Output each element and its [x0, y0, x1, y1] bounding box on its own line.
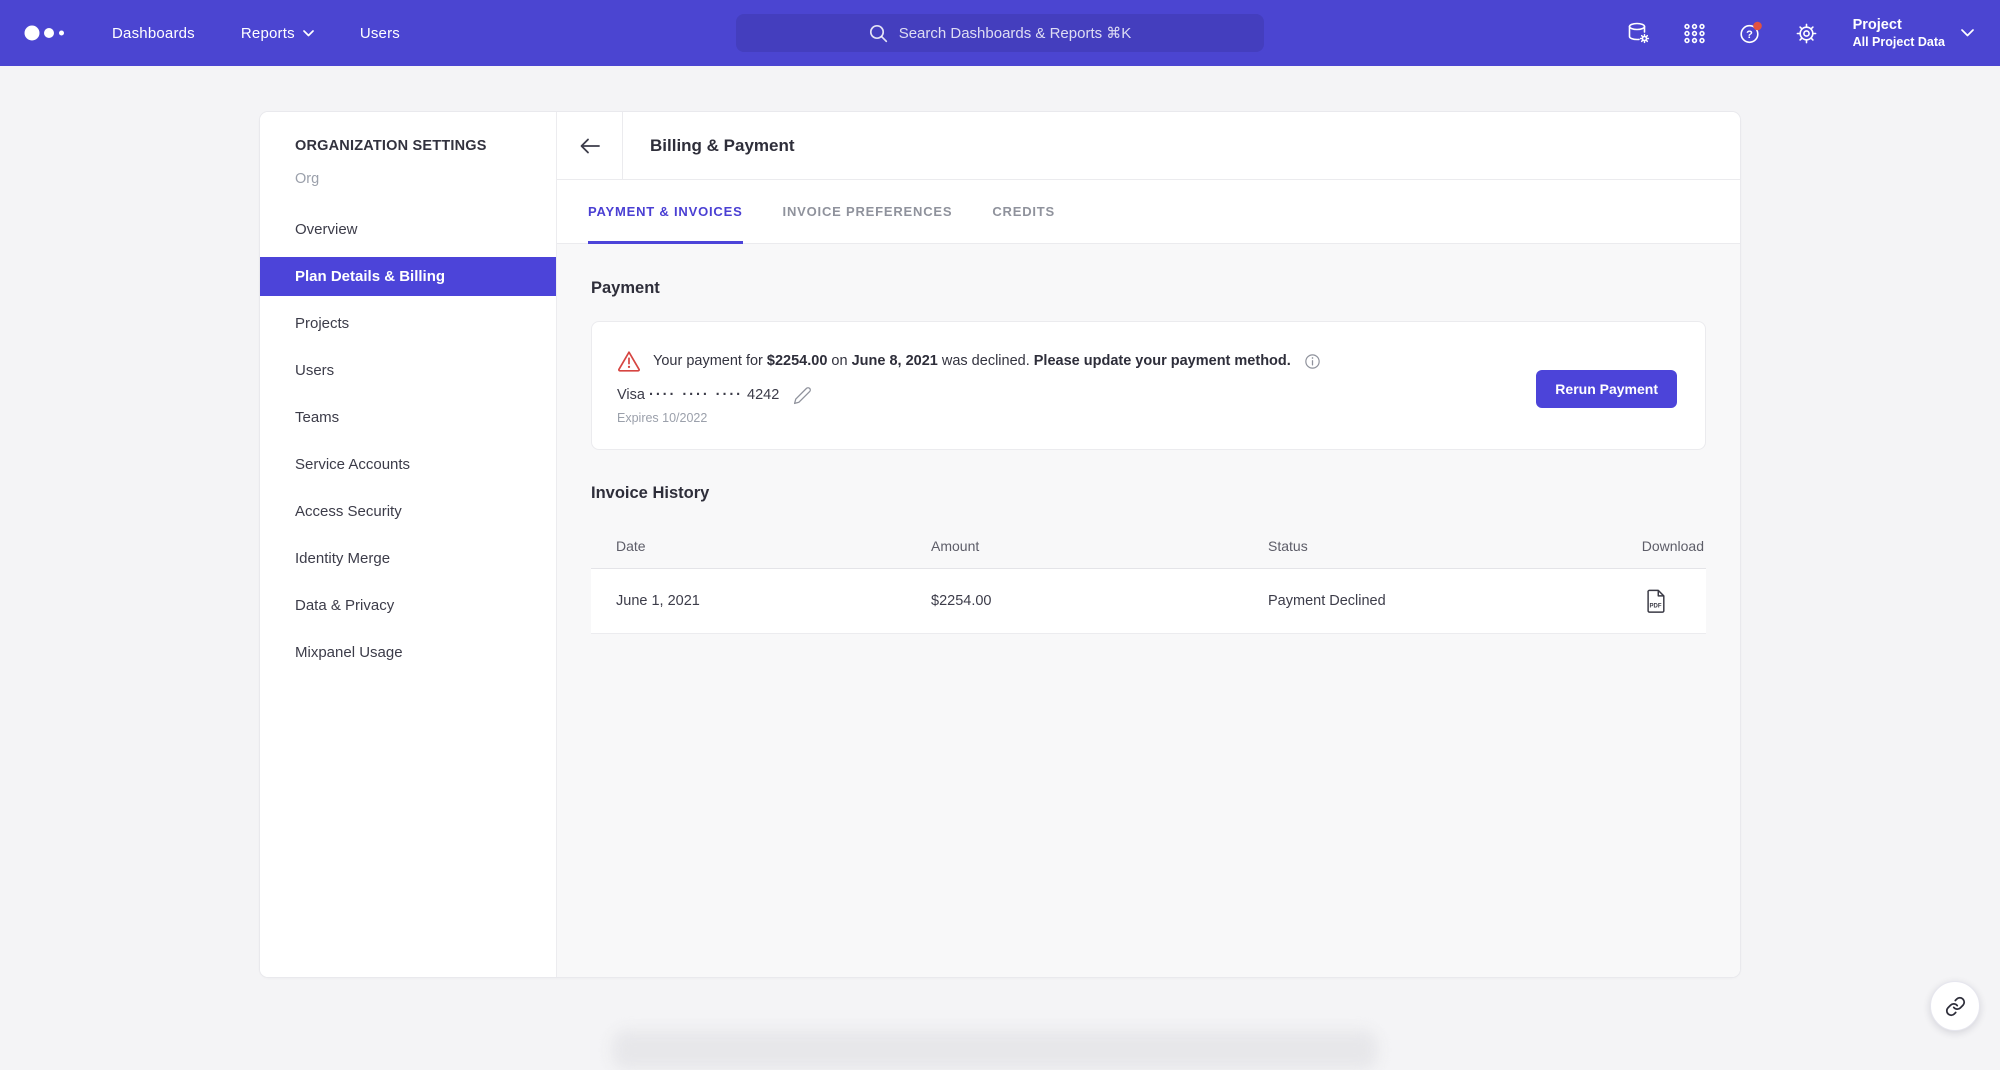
tab-invoice-preferences[interactable]: INVOICE PREFERENCES [783, 180, 953, 243]
sidebar-item-identity-merge[interactable]: Identity Merge [260, 535, 556, 582]
sidebar-list: Overview Plan Details & Billing Projects… [260, 206, 556, 676]
sidebar-item-access-security[interactable]: Access Security [260, 488, 556, 535]
sidebar-item-overview[interactable]: Overview [260, 206, 556, 253]
copy-link-fab[interactable] [1930, 981, 1980, 1031]
invoice-status-cell: Payment Declined [1268, 593, 1596, 609]
payment-section-title: Payment [591, 277, 1706, 300]
alert-suffix: was declined. [938, 353, 1034, 369]
column-header-download: Download [1596, 538, 1706, 554]
invoice-download-cell: PDF [1596, 589, 1706, 613]
project-switcher[interactable]: Project All Project Data [1853, 16, 1974, 50]
nav-item-reports[interactable]: Reports [241, 25, 314, 42]
sidebar-item-teams[interactable]: Teams [260, 394, 556, 441]
tab-bar: PAYMENT & INVOICES INVOICE PREFERENCES C… [557, 180, 1740, 244]
sidebar-item-service-accounts[interactable]: Service Accounts [260, 441, 556, 488]
billing-content: Billing & Payment PAYMENT & INVOICES INV… [557, 112, 1740, 977]
payment-invoices-panel: Payment Your payment for $2254.00 on Jun… [557, 244, 1740, 977]
nav-item-dashboards[interactable]: Dashboards [112, 25, 195, 42]
tab-credits[interactable]: CREDITS [992, 180, 1055, 243]
column-header-amount: Amount [931, 538, 1268, 554]
card-brand: Visa [617, 387, 645, 403]
payment-alert-card: Your payment for $2254.00 on June 8, 202… [591, 321, 1706, 450]
pdf-file-icon: PDF [1645, 589, 1666, 613]
nav-right: ? Project All Project Data [1625, 16, 1974, 50]
back-button[interactable] [557, 112, 623, 179]
column-header-date: Date [591, 538, 931, 554]
search-icon [869, 24, 888, 43]
data-management-icon[interactable] [1625, 20, 1652, 47]
declined-alert-text: Your payment for $2254.00 on June 8, 202… [653, 351, 1291, 372]
alert-amount: $2254.00 [767, 353, 827, 369]
card-on-file-row: Visa ···· ···· ···· 4242 [617, 384, 1322, 406]
settings-panel: ORGANIZATION SETTINGS Org Overview Plan … [260, 112, 1740, 977]
project-value: All Project Data [1853, 35, 1945, 50]
page-title: Billing & Payment [623, 112, 795, 179]
table-row: June 1, 2021 $2254.00 Payment Declined P… [591, 569, 1706, 634]
column-header-status: Status [1268, 538, 1596, 554]
warning-icon [617, 350, 641, 372]
declined-alert-row: Your payment for $2254.00 on June 8, 202… [617, 350, 1322, 372]
edit-pencil-icon[interactable] [793, 386, 812, 405]
search-input[interactable]: Search Dashboards & Reports ⌘K [736, 14, 1264, 52]
mixpanel-logo[interactable] [24, 24, 70, 42]
rerun-payment-button[interactable]: Rerun Payment [1536, 370, 1677, 408]
sidebar-item-projects[interactable]: Projects [260, 300, 556, 347]
offscreen-card-shadow [612, 1030, 1378, 1070]
mixpanel-logo-dots [24, 24, 70, 42]
sidebar-section-title: ORGANIZATION SETTINGS [295, 136, 556, 157]
nav-links: Dashboards Reports Users [112, 25, 400, 42]
back-arrow-icon [578, 136, 602, 156]
project-label: Project [1853, 16, 1945, 34]
sidebar-item-mixpanel-usage[interactable]: Mixpanel Usage [260, 629, 556, 676]
org-settings-sidebar: ORGANIZATION SETTINGS Org Overview Plan … [260, 112, 557, 977]
invoice-date-cell: June 1, 2021 [591, 593, 931, 609]
download-pdf-button[interactable]: PDF [1645, 589, 1666, 613]
nav-item-dashboards-label: Dashboards [112, 25, 195, 42]
nav-item-users-label: Users [360, 25, 400, 42]
svg-text:PDF: PDF [1650, 603, 1662, 609]
apps-grid-icon[interactable] [1681, 20, 1708, 47]
org-name: Org [295, 169, 556, 190]
card-on-file: Visa ···· ···· ···· 4242 [617, 384, 779, 406]
card-last4: 4242 [747, 387, 779, 403]
card-expiry: Expires 10/2022 [617, 410, 1322, 427]
sidebar-item-users[interactable]: Users [260, 347, 556, 394]
invoice-table: Date Amount Status Download June 1, 2021… [591, 523, 1706, 634]
sidebar-item-plan-details-billing[interactable]: Plan Details & Billing [260, 257, 556, 296]
settings-gear-icon[interactable] [1793, 20, 1820, 47]
help-icon[interactable]: ? [1737, 20, 1764, 47]
invoice-amount-cell: $2254.00 [931, 593, 1268, 609]
chevron-down-icon [303, 30, 314, 37]
chevron-down-icon [1961, 29, 1974, 37]
invoice-history-title: Invoice History [591, 482, 1706, 505]
nav-item-users[interactable]: Users [360, 25, 400, 42]
alert-action: Please update your payment method. [1034, 353, 1291, 369]
search-placeholder: Search Dashboards & Reports ⌘K [899, 24, 1132, 42]
alert-mid: on [827, 353, 851, 369]
payment-alert-body: Your payment for $2254.00 on June 8, 202… [617, 350, 1322, 427]
sidebar-item-data-privacy[interactable]: Data & Privacy [260, 582, 556, 629]
top-nav: Dashboards Reports Users Search Dashboar… [0, 0, 2000, 66]
alert-date: June 8, 2021 [852, 353, 938, 369]
svg-text:?: ? [1746, 28, 1753, 40]
card-masked-digits: ···· ···· ···· [649, 387, 743, 403]
link-icon [1945, 996, 1966, 1017]
tab-payment-invoices[interactable]: PAYMENT & INVOICES [588, 180, 743, 243]
alert-prefix: Your payment for [653, 353, 767, 369]
notification-badge [1753, 21, 1762, 30]
content-header: Billing & Payment [557, 112, 1740, 180]
nav-item-reports-label: Reports [241, 25, 295, 42]
info-icon[interactable] [1303, 352, 1322, 371]
invoice-table-header: Date Amount Status Download [591, 523, 1706, 569]
